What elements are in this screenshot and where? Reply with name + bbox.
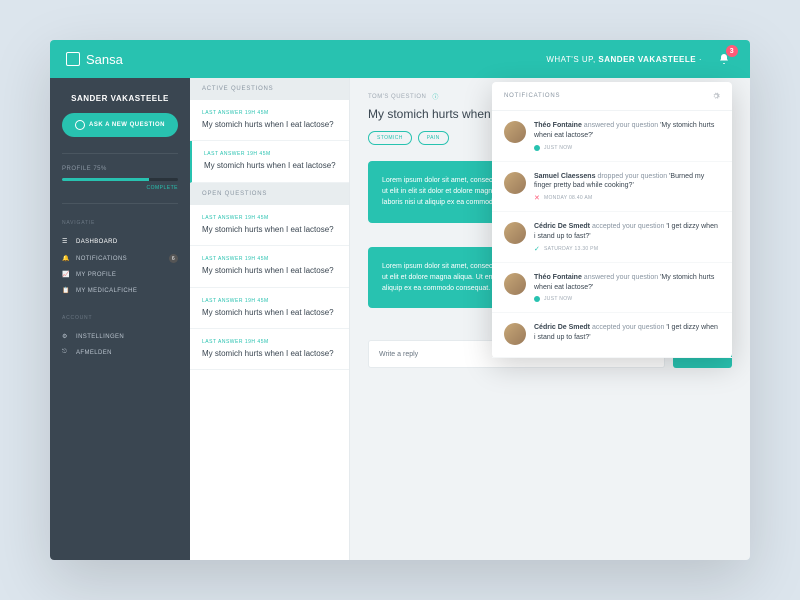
avatar [504,222,526,244]
header: Sansa WHAT'S UP, SANDER VAKASTEELE · 3 [50,40,750,78]
question-card[interactable]: LAST ANSWER 19H 45M My stomich hurts whe… [190,288,349,329]
nav-logout[interactable]: ⎋AFMELDEN [62,345,178,361]
tag[interactable]: PAIN [418,131,449,145]
divider [62,153,178,154]
profile-progress [62,178,178,181]
bell-icon: 🔔 [62,255,70,263]
tag[interactable]: STOMICH [368,131,412,145]
notifications-bell[interactable]: 3 [714,49,734,69]
question-card[interactable]: LAST ANSWER 19H 45M My stomich hurts whe… [190,141,349,182]
header-right: WHAT'S UP, SANDER VAKASTEELE · 3 [546,49,734,69]
notification-time: ✕ MONDAY 08.40 AM [534,195,720,201]
nav-medical[interactable]: 📋MY MEDICALFICHE [62,283,178,299]
notification-item[interactable]: Samuel Claessens dropped your question '… [492,162,732,213]
nav-badge: 6 [169,254,178,263]
nav-section-main: NAVIGATIE ☰DASHBOARD 🔔NOTIFICATIONS6 📈MY… [62,220,178,299]
nav-dashboard[interactable]: ☰DASHBOARD [62,234,178,250]
gear-icon: ⚙ [62,333,70,341]
nav-profile[interactable]: 📈MY PROFILE [62,267,178,283]
sidebar: SANDER VAKASTEELE ASK A NEW QUESTION PRO… [50,78,190,560]
question-card[interactable]: LAST ANSWER 19H 45M My stomich hurts whe… [190,205,349,246]
sidebar-username: SANDER VAKASTEELE [62,94,178,103]
section-open: OPEN QUESTIONS [190,183,349,205]
nav-section-account: ACCOUNT ⚙INSTELLINGEN ⎋AFMELDEN [62,315,178,361]
divider [62,203,178,204]
app-window: Sansa WHAT'S UP, SANDER VAKASTEELE · 3 S… [50,40,750,560]
notification-time: JUST NOW [534,145,720,151]
dashboard-icon: ☰ [62,238,70,246]
ask-question-button[interactable]: ASK A NEW QUESTION [62,113,178,137]
question-card[interactable]: LAST ANSWER 19H 45M My stomich hurts whe… [190,329,349,370]
avatar [504,323,526,345]
greeting: WHAT'S UP, SANDER VAKASTEELE · [546,55,702,64]
complete-label[interactable]: COMPLETE [62,185,178,191]
logo-text: Sansa [86,52,123,67]
logo[interactable]: Sansa [66,52,123,67]
notification-item[interactable]: Théo Fontaine answered your question 'My… [492,263,732,314]
nav-notifications[interactable]: 🔔NOTIFICATIONS6 [62,250,178,267]
notifications-panel: NOTIFICATIONS Théo Fontaine answered you… [492,82,732,358]
profile-label: PROFILE 75% [62,166,178,172]
avatar [504,273,526,295]
notification-item[interactable]: Cédric De Smedt accepted your question '… [492,212,732,263]
avatar [504,121,526,143]
question-card[interactable]: LAST ANSWER 19H 45M My stomich hurts whe… [190,100,349,141]
avatar [504,172,526,194]
medical-icon: 📋 [62,287,70,295]
nav-title: NAVIGATIE [62,220,178,226]
profile-icon: 📈 [62,271,70,279]
notification-badge: 3 [726,45,738,57]
question-list: ACTIVE QUESTIONS LAST ANSWER 19H 45M My … [190,78,350,560]
notification-time: JUST NOW [534,296,720,302]
info-icon[interactable]: ⓘ [432,92,439,101]
nav-title: ACCOUNT [62,315,178,321]
logout-icon: ⎋ [62,349,70,357]
notification-time: ✓ SATURDAY 13.30 PM [534,246,720,252]
section-active: ACTIVE QUESTIONS [190,78,349,100]
logo-icon [66,52,80,66]
notifications-header: NOTIFICATIONS [492,82,732,111]
notification-item[interactable]: Cédric De Smedt accepted your question '… [492,313,732,358]
notification-item[interactable]: Théo Fontaine answered your question 'My… [492,111,732,162]
nav-settings[interactable]: ⚙INSTELLINGEN [62,329,178,345]
question-card[interactable]: LAST ANSWER 19H 45M My stomich hurts whe… [190,246,349,287]
gear-icon[interactable] [712,92,720,100]
